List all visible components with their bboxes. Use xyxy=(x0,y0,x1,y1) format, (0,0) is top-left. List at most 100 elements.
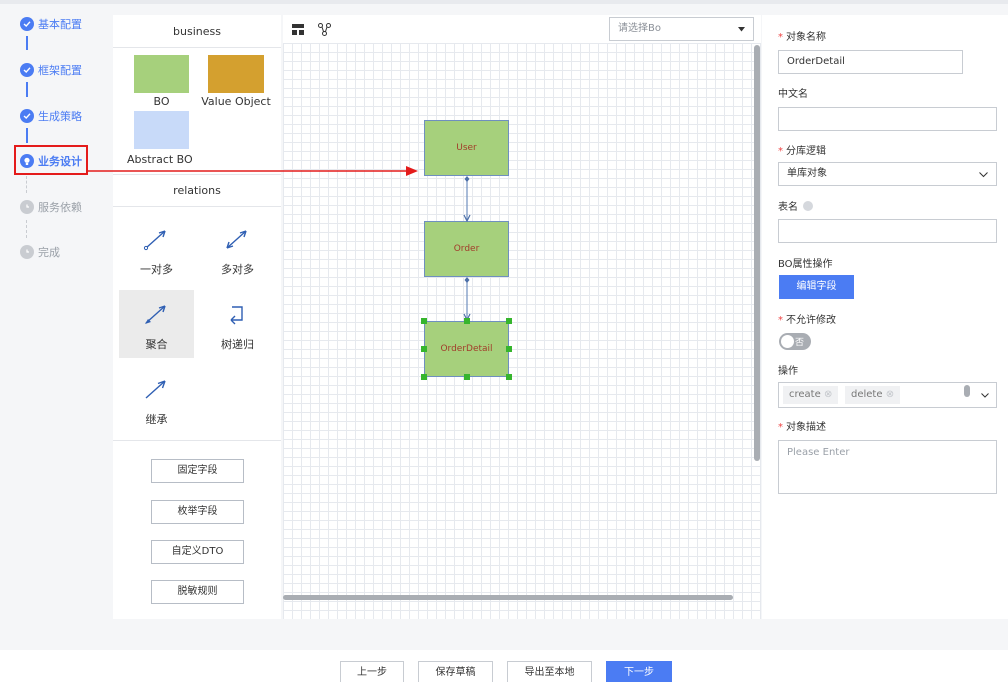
vertical-scrollbar[interactable] xyxy=(754,45,760,461)
tags-scrollbar[interactable] xyxy=(964,385,970,397)
relation-edges xyxy=(463,176,471,321)
relation-label: 一对多 xyxy=(140,263,173,276)
step-finish[interactable]: 完成 xyxy=(20,244,60,260)
description-textarea[interactable]: Please Enter xyxy=(778,440,997,494)
business-section-title: business xyxy=(113,15,281,48)
chevron-down-icon xyxy=(979,172,988,178)
toggle-knob xyxy=(781,335,794,348)
bo-shape[interactable] xyxy=(134,55,189,93)
step-framework-config[interactable]: 框架配置 xyxy=(20,62,82,78)
resize-handle[interactable] xyxy=(421,374,427,380)
step-label: 完成 xyxy=(38,246,60,259)
masking-rule-button[interactable]: 脱敏规则 xyxy=(151,580,244,604)
abstract-bo-shape[interactable] xyxy=(134,111,189,149)
step-connector xyxy=(26,36,28,50)
resize-handle[interactable] xyxy=(506,346,512,352)
step-connector xyxy=(26,128,28,143)
resize-handle[interactable] xyxy=(506,374,512,380)
relation-label: 继承 xyxy=(145,413,168,426)
toggle-text: 否 xyxy=(795,338,805,348)
node-orderdetail[interactable]: OrderDetail xyxy=(424,321,509,377)
no-modify-label: * 不允许修改 xyxy=(778,315,836,326)
save-draft-button[interactable]: 保存草稿 xyxy=(418,661,493,682)
step-label: 生成策略 xyxy=(38,110,82,123)
export-local-button[interactable]: 导出至本地 xyxy=(507,661,592,682)
many-to-many-arrow-icon xyxy=(226,230,247,249)
check-icon xyxy=(20,17,34,31)
step-generation-strategy[interactable]: 生成策略 xyxy=(20,108,82,124)
object-name-input[interactable]: OrderDetail xyxy=(778,50,963,74)
resize-handle[interactable] xyxy=(464,318,470,324)
chinese-name-label: 中文名 xyxy=(778,89,808,100)
top-divider xyxy=(0,0,1008,4)
value-object-label: Value Object xyxy=(201,95,271,108)
node-user[interactable]: User xyxy=(424,120,509,176)
clock-icon xyxy=(20,245,34,259)
component-palette: business BO Value Object Abstract BO rel… xyxy=(113,15,281,619)
resize-handle[interactable] xyxy=(506,318,512,324)
edit-fields-button[interactable]: 编辑字段 xyxy=(779,275,854,299)
step-label: 服务依赖 xyxy=(38,201,82,214)
step-label: 框架配置 xyxy=(38,64,82,77)
object-name-label: * 对象名称 xyxy=(778,32,826,43)
check-icon xyxy=(20,109,34,123)
table-name-input[interactable] xyxy=(778,219,997,243)
fixed-field-button[interactable]: 固定字段 xyxy=(151,459,244,483)
aggregation-arrow-icon xyxy=(145,305,166,324)
op-tag-delete: delete ⊗ xyxy=(845,386,901,404)
bo-ops-label: BO属性操作 xyxy=(778,259,833,270)
clock-icon xyxy=(20,200,34,214)
relation-label: 多对多 xyxy=(221,263,254,276)
tree-recursion-icon xyxy=(230,306,243,325)
relation-label: 树递归 xyxy=(221,338,254,351)
shard-logic-value: 单库对象 xyxy=(787,168,827,179)
step-connector xyxy=(26,176,27,193)
value-object-shape[interactable] xyxy=(208,55,264,93)
caret-down-icon xyxy=(738,27,745,32)
step-service-dependency[interactable]: 服务依赖 xyxy=(20,199,82,215)
bo-label: BO xyxy=(153,95,170,108)
description-label: * 对象描述 xyxy=(778,422,826,433)
relation-aggregation[interactable]: 聚合 xyxy=(119,290,194,358)
shard-logic-select[interactable]: 单库对象 xyxy=(778,162,997,186)
relation-inheritance[interactable]: 继承 xyxy=(119,365,194,433)
relation-many-to-many[interactable]: 多对多 xyxy=(200,215,275,283)
relation-tree-recursion[interactable]: 树递归 xyxy=(200,290,275,358)
resize-handle[interactable] xyxy=(464,374,470,380)
step-connector xyxy=(26,82,28,97)
inheritance-arrow-icon xyxy=(145,380,166,399)
highlight-annotation-box xyxy=(14,145,88,175)
enum-field-button[interactable]: 枚举字段 xyxy=(151,500,244,524)
resize-handle[interactable] xyxy=(421,318,427,324)
shard-logic-label: * 分库逻辑 xyxy=(778,146,826,157)
design-canvas: 请选择Bo User Order OrderDetail xyxy=(283,15,761,619)
operations-multiselect[interactable]: create ⊗ delete ⊗ xyxy=(778,382,997,408)
check-icon xyxy=(20,63,34,77)
next-step-button[interactable]: 下一步 xyxy=(606,661,672,682)
relation-one-to-many[interactable]: 一对多 xyxy=(119,215,194,283)
annotation-arrow xyxy=(88,166,418,176)
relation-graph-icon[interactable] xyxy=(318,23,331,36)
bo-select[interactable]: 请选择Bo xyxy=(609,17,754,41)
close-icon: ⊗ xyxy=(885,389,895,400)
op-tag-create: create ⊗ xyxy=(783,386,839,404)
resize-handle[interactable] xyxy=(421,346,427,352)
help-icon xyxy=(803,201,813,211)
table-name-label: 表名 xyxy=(778,198,813,213)
property-panel: * 对象名称 OrderDetail 中文名 * 分库逻辑 单库对象 表名 BO属性… xyxy=(762,15,1008,619)
relations-section-title: relations xyxy=(113,174,281,207)
bo-select-placeholder: 请选择Bo xyxy=(618,23,661,34)
custom-dto-button[interactable]: 自定义DTO xyxy=(151,540,244,564)
chevron-down-icon xyxy=(981,393,989,398)
step-label: 基本配置 xyxy=(38,18,82,31)
no-modify-toggle[interactable]: 否 xyxy=(779,333,811,350)
prev-step-button[interactable]: 上一步 xyxy=(340,661,404,682)
chinese-name-input[interactable] xyxy=(778,107,997,131)
operations-label: 操作 xyxy=(778,366,798,377)
step-basic-config[interactable]: 基本配置 xyxy=(20,16,82,32)
one-to-many-arrow-icon xyxy=(143,230,166,251)
palette-divider xyxy=(113,440,281,441)
canvas-grid[interactable]: User Order OrderDetail xyxy=(283,43,761,619)
horizontal-scrollbar[interactable] xyxy=(283,595,733,600)
layout-icon[interactable] xyxy=(292,24,304,35)
